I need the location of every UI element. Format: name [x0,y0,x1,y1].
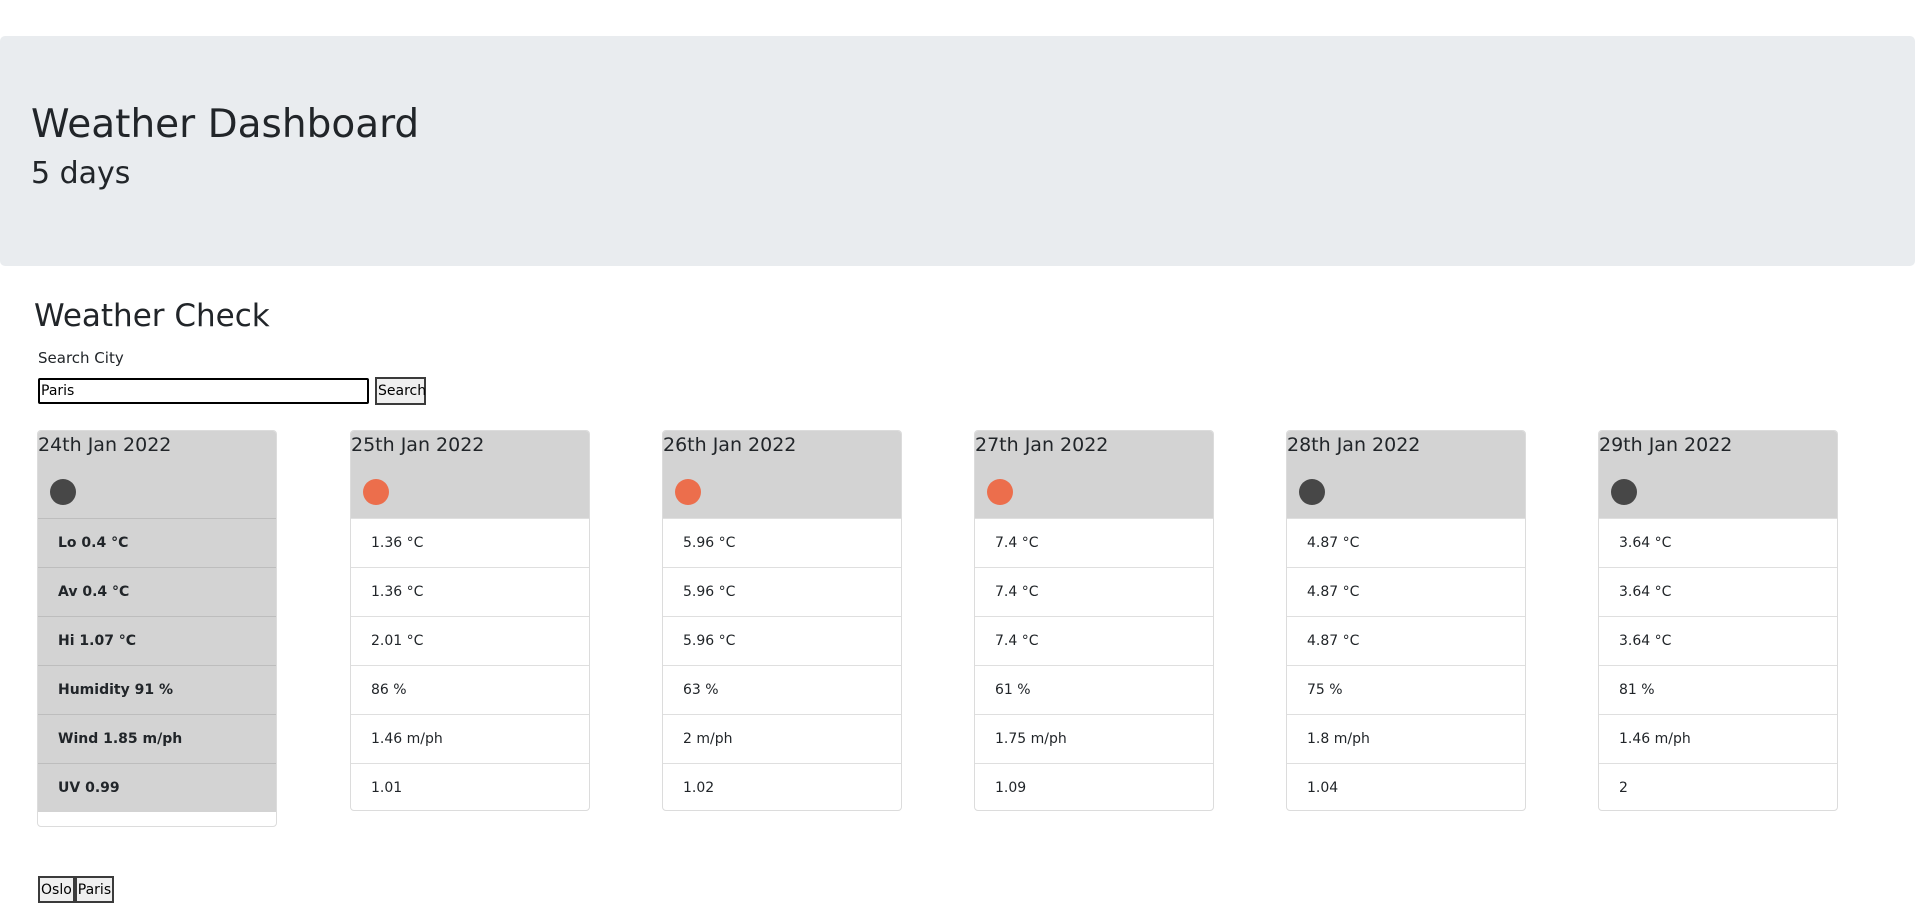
history-button-oslo[interactable]: Oslo [38,876,75,903]
search-city-input[interactable] [38,378,369,404]
card-header: 29th Jan 2022 [1599,431,1837,518]
high-temp: 4.87 °C [1287,616,1525,665]
wind: 1.46 m/ph [1599,714,1837,763]
page-title: Weather Dashboard [31,102,420,147]
warm-dot-icon [675,479,701,505]
low-temp: 4.87 °C [1287,518,1525,567]
uv-index: 1.02 [663,763,901,810]
high-temp: Hi 1.07 °C [38,616,276,665]
card-header: 24th Jan 2022 [38,431,276,518]
search-button[interactable]: Search [375,377,426,405]
humidity: Humidity 91 % [38,665,276,714]
forecast-card: 27th Jan 2022 7.4 °C 7.4 °C 7.4 °C 61 % … [974,430,1214,811]
card-date: 29th Jan 2022 [1599,434,1733,456]
humidity: 61 % [975,665,1213,714]
warm-dot-icon [363,479,389,505]
search-history: Oslo Paris [38,876,115,903]
uv-index: 1.01 [351,763,589,810]
uv-index: UV 0.99 [38,763,276,812]
high-temp: 7.4 °C [975,616,1213,665]
card-date: 26th Jan 2022 [663,434,797,456]
warm-dot-icon [987,479,1013,505]
forecast-card: 29th Jan 2022 3.64 °C 3.64 °C 3.64 °C 81… [1598,430,1838,811]
avg-temp: 7.4 °C [975,567,1213,616]
humidity: 63 % [663,665,901,714]
dark-dot-icon [50,479,76,505]
low-temp: 7.4 °C [975,518,1213,567]
forecast-card: 25th Jan 2022 1.36 °C 1.36 °C 2.01 °C 86… [350,430,590,811]
card-header: 26th Jan 2022 [663,431,901,518]
uv-index: 1.09 [975,763,1213,810]
current-day-card: 24th Jan 2022 Lo 0.4 °C Av 0.4 °C Hi 1.0… [37,430,277,827]
card-header: 25th Jan 2022 [351,431,589,518]
high-temp: 2.01 °C [351,616,589,665]
page-subtitle: 5 days [31,156,131,191]
card-header: 27th Jan 2022 [975,431,1213,518]
uv-index: 1.04 [1287,763,1525,810]
high-temp: 3.64 °C [1599,616,1837,665]
forecast-card: 26th Jan 2022 5.96 °C 5.96 °C 5.96 °C 63… [662,430,902,811]
dark-dot-icon [1299,479,1325,505]
card-date: 27th Jan 2022 [975,434,1109,456]
card-date: 24th Jan 2022 [38,434,172,456]
low-temp: 3.64 °C [1599,518,1837,567]
wind: 1.46 m/ph [351,714,589,763]
avg-temp: 5.96 °C [663,567,901,616]
avg-temp: 4.87 °C [1287,567,1525,616]
card-rows: Lo 0.4 °C Av 0.4 °C Hi 1.07 °C Humidity … [38,518,276,812]
history-button-paris[interactable]: Paris [74,876,115,903]
low-temp: 5.96 °C [663,518,901,567]
header-banner: Weather Dashboard 5 days [0,36,1915,266]
low-temp: 1.36 °C [351,518,589,567]
wind: 1.8 m/ph [1287,714,1525,763]
avg-temp: 3.64 °C [1599,567,1837,616]
humidity: 75 % [1287,665,1525,714]
wind: Wind 1.85 m/ph [38,714,276,763]
card-date: 25th Jan 2022 [351,434,485,456]
card-date: 28th Jan 2022 [1287,434,1421,456]
humidity: 86 % [351,665,589,714]
low-temp: Lo 0.4 °C [38,518,276,567]
avg-temp: Av 0.4 °C [38,567,276,616]
forecast-card: 28th Jan 2022 4.87 °C 4.87 °C 4.87 °C 75… [1286,430,1526,811]
weather-check-heading: Weather Check [34,298,270,334]
uv-index: 2 [1599,763,1837,810]
wind: 2 m/ph [663,714,901,763]
wind: 1.75 m/ph [975,714,1213,763]
humidity: 81 % [1599,665,1837,714]
high-temp: 5.96 °C [663,616,901,665]
card-header: 28th Jan 2022 [1287,431,1525,518]
search-city-label: Search City [38,349,124,367]
avg-temp: 1.36 °C [351,567,589,616]
dark-dot-icon [1611,479,1637,505]
